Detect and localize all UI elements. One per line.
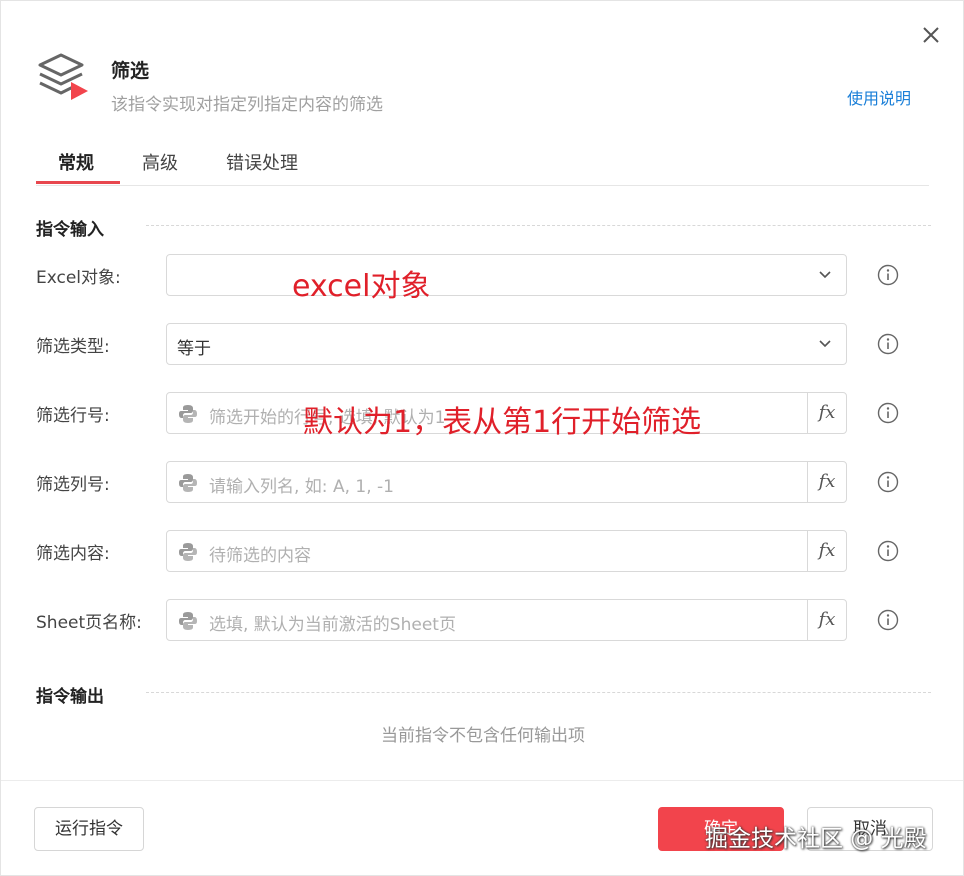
filter-type-label: 筛选类型: (36, 337, 110, 357)
annotation-row-default: 默认为1，表从第1行开始筛选 (303, 405, 702, 440)
filter-type-select[interactable]: 等于 (166, 323, 847, 365)
tab-error-handling[interactable]: 错误处理 (226, 149, 298, 175)
fx-icon[interactable]: fx (807, 531, 846, 571)
input-section-title: 指令输入 (36, 220, 104, 240)
python-icon (179, 474, 197, 492)
filter-column-placeholder: 请输入列名, 如: A, 1, -1 (209, 477, 394, 497)
layers-play-icon (38, 53, 88, 100)
filter-type-value: 等于 (177, 339, 211, 359)
filter-column-input[interactable]: 请输入列名, 如: A, 1, -1 fx (166, 461, 847, 503)
tab-bar: 常规 高级 错误处理 (36, 141, 929, 186)
filter-row-label: 筛选行号: (36, 406, 110, 426)
chevron-down-icon (819, 340, 831, 348)
dialog-subtitle: 该指令实现对指定列指定内容的筛选 (111, 95, 383, 115)
info-icon[interactable] (877, 402, 899, 424)
excel-object-label: Excel对象: (36, 268, 121, 288)
fx-icon[interactable]: fx (807, 600, 846, 640)
python-icon (179, 543, 197, 561)
tab-advanced[interactable]: 高级 (142, 149, 178, 175)
tab-general[interactable]: 常规 (58, 149, 94, 175)
info-icon[interactable] (877, 471, 899, 493)
filter-dialog: 筛选 该指令实现对指定列指定内容的筛选 使用说明 常规 高级 错误处理 指令输入… (0, 0, 964, 876)
info-icon[interactable] (877, 540, 899, 562)
annotation-excel-object: excel对象 (292, 269, 431, 304)
python-icon (179, 405, 197, 423)
footer-divider (1, 780, 963, 781)
close-icon[interactable] (919, 23, 943, 47)
no-output-message: 当前指令不包含任何输出项 (381, 726, 585, 746)
filter-content-label: 筛选内容: (36, 544, 110, 564)
info-icon[interactable] (877, 609, 899, 631)
output-section-title: 指令输出 (36, 687, 104, 707)
chevron-down-icon (819, 271, 831, 279)
run-command-button[interactable]: 运行指令 (34, 807, 144, 851)
info-icon[interactable] (877, 264, 899, 286)
active-tab-indicator (36, 181, 120, 184)
filter-content-input[interactable]: 待筛选的内容 fx (166, 530, 847, 572)
sheet-name-label: Sheet页名称: (36, 613, 142, 633)
help-link[interactable]: 使用说明 (847, 85, 911, 109)
filter-column-label: 筛选列号: (36, 475, 110, 495)
dialog-title: 筛选 (111, 60, 150, 82)
info-icon[interactable] (877, 333, 899, 355)
fx-icon[interactable]: fx (807, 393, 846, 433)
sheet-name-placeholder: 选填, 默认为当前激活的Sheet页 (209, 615, 456, 635)
python-icon (179, 612, 197, 630)
filter-content-placeholder: 待筛选的内容 (209, 546, 311, 566)
watermark: 掘金技术社区 @ 光殿 (705, 826, 927, 852)
section-divider (146, 225, 931, 226)
section-divider (146, 692, 931, 693)
excel-object-select[interactable] (166, 254, 847, 296)
sheet-name-input[interactable]: 选填, 默认为当前激活的Sheet页 fx (166, 599, 847, 641)
fx-icon[interactable]: fx (807, 462, 846, 502)
